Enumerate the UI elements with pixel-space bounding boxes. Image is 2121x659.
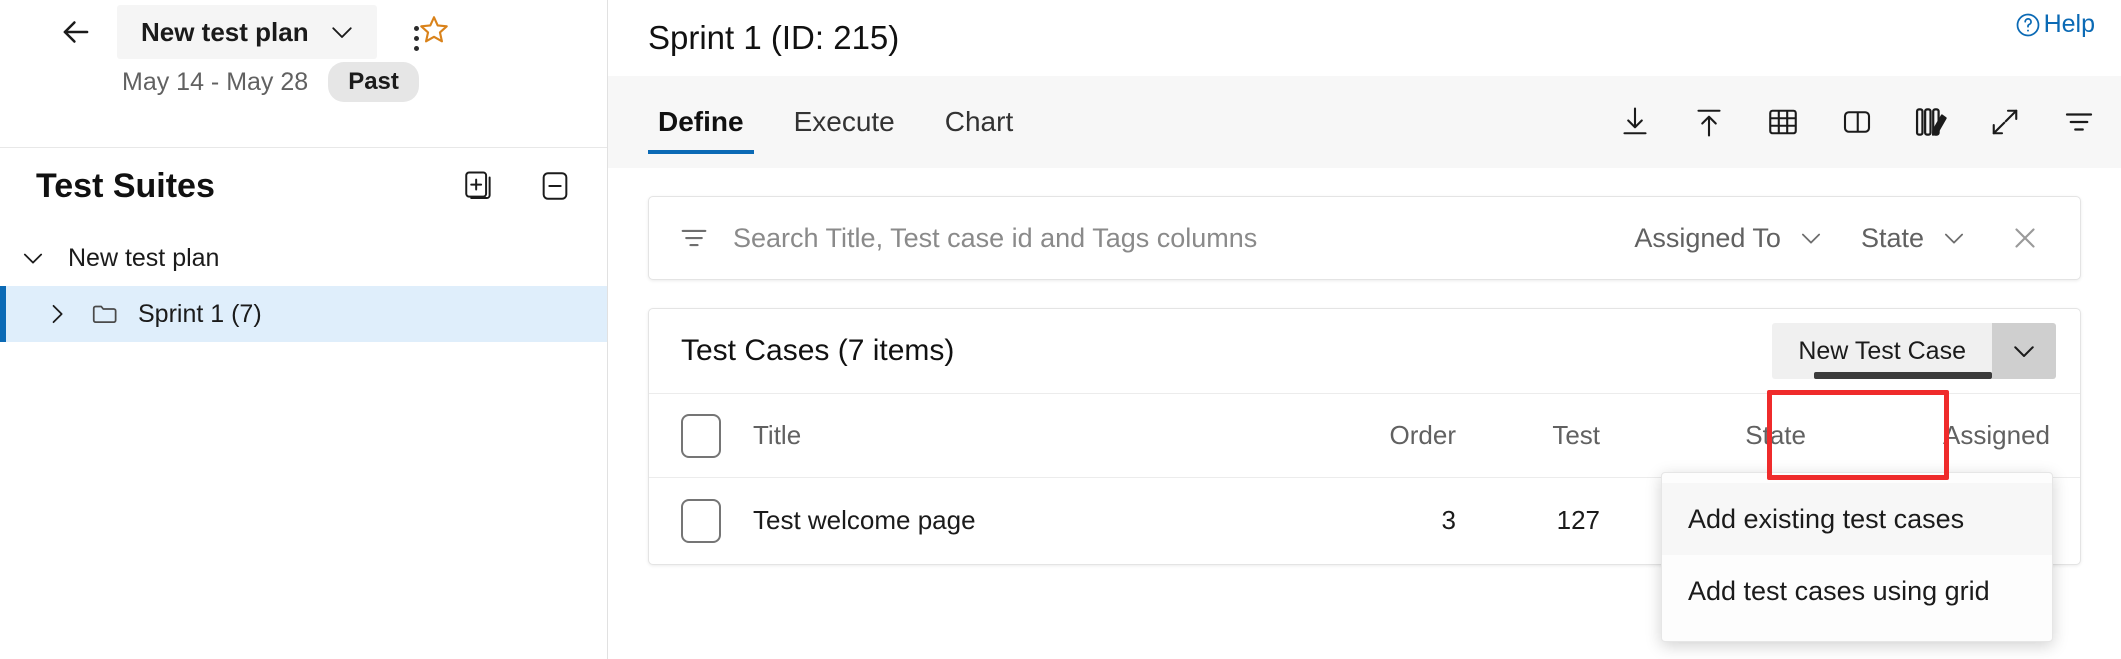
plan-dates-row: May 14 - May 28 Past [0, 62, 607, 102]
more-vertical-icon[interactable] [396, 18, 436, 58]
filter-assigned-to[interactable]: Assigned To [1616, 223, 1843, 254]
tab-execute[interactable]: Execute [784, 76, 905, 168]
tree-item-label: New test plan [68, 244, 219, 273]
suite-title-bar: Sprint 1 (ID: 215) Help [608, 0, 2121, 76]
menu-item-add-test-cases-using-grid[interactable]: Add test cases using grid [1662, 555, 2052, 627]
cell-order: 3 [1340, 478, 1490, 564]
tab-chart[interactable]: Chart [935, 76, 1023, 168]
help-label: Help [2044, 10, 2095, 39]
menu-item-add-existing-test-cases[interactable]: Add existing test cases [1662, 483, 2052, 555]
chevron-down-icon [1797, 224, 1825, 252]
filter-lines-icon [677, 221, 711, 255]
plan-dates-label: May 14 - May 28 [122, 68, 308, 97]
plan-header: New test plan May 14 - May 28 Past [0, 0, 607, 148]
chevron-down-icon[interactable] [18, 244, 48, 272]
tree-item-label: Sprint 1 (7) [138, 300, 262, 329]
table-header-row: Title Order Test State Assigned [649, 394, 2080, 478]
column-header-title[interactable]: Title [753, 394, 1340, 478]
chevron-down-icon [1940, 224, 1968, 252]
plan-name-label: New test plan [141, 17, 309, 48]
status-badge: Past [328, 62, 419, 102]
search-input[interactable] [733, 223, 1616, 254]
tree-item-new-test-plan[interactable]: New test plan [0, 230, 607, 286]
filter-state[interactable]: State [1843, 223, 1986, 254]
back-arrow-icon[interactable] [54, 10, 98, 54]
grid-header: Test Cases (7 items) New Test Case [649, 309, 2080, 393]
grid-title: Test Cases (7 items) [681, 334, 954, 368]
row-checkbox[interactable] [681, 499, 721, 543]
left-pane: New test plan May 14 - May 28 Past [0, 0, 608, 659]
chevron-right-icon[interactable] [42, 300, 72, 328]
filter-icon[interactable] [2055, 98, 2103, 146]
filter-state-label: State [1861, 223, 1924, 254]
suite-tree: New test plan Sprint 1 (7) [0, 224, 607, 342]
tabs: Define Execute Chart [648, 76, 1023, 168]
test-suites-header: Test Suites [0, 148, 607, 224]
upload-icon[interactable] [1685, 98, 1733, 146]
cell-test-id: 127 [1490, 478, 1640, 564]
grid-icon[interactable] [1759, 98, 1807, 146]
new-test-case-dropdown-menu: Add existing test cases Add test cases u… [1661, 472, 2053, 642]
help-link[interactable]: Help [2014, 10, 2095, 39]
split-button-underline [1814, 372, 1992, 379]
column-header-assigned[interactable]: Assigned [1850, 394, 2080, 478]
column-layout-icon[interactable] [1833, 98, 1881, 146]
suite-title: Sprint 1 (ID: 215) [648, 19, 899, 57]
download-icon[interactable] [1611, 98, 1659, 146]
new-suite-icon[interactable] [459, 166, 499, 206]
select-all-checkbox[interactable] [681, 414, 721, 458]
right-pane: Sprint 1 (ID: 215) Help Define Execute C… [608, 0, 2121, 659]
tree-item-sprint-1[interactable]: Sprint 1 (7) [0, 286, 607, 342]
close-icon[interactable] [1986, 221, 2056, 255]
tab-define[interactable]: Define [648, 76, 754, 168]
new-test-case-split-button[interactable]: New Test Case [1772, 323, 2056, 379]
fullscreen-icon[interactable] [1981, 98, 2029, 146]
column-options-icon[interactable] [1907, 98, 1955, 146]
new-test-case-dropdown-toggle[interactable] [1992, 323, 2056, 379]
tabs-bar: Define Execute Chart [608, 76, 2121, 168]
filter-assigned-to-label: Assigned To [1634, 223, 1781, 254]
cell-title: Test welcome page [753, 478, 1340, 564]
page-title: Test Suites [36, 167, 215, 206]
column-header-order[interactable]: Order [1340, 394, 1490, 478]
plan-selector-button[interactable]: New test plan [117, 5, 377, 59]
toolbar [1611, 76, 2103, 168]
search-bar: Assigned To State [648, 196, 2081, 280]
help-circle-icon [2014, 11, 2042, 39]
chevron-down-icon [327, 17, 357, 47]
folder-icon [90, 299, 120, 329]
test-plans-app: New test plan May 14 - May 28 Past [0, 0, 2121, 659]
new-test-case-button[interactable]: New Test Case [1772, 323, 1992, 379]
column-header-test[interactable]: Test [1490, 394, 1640, 478]
column-header-state[interactable]: State [1640, 394, 1850, 478]
row-select-cell [649, 478, 753, 564]
collapse-all-icon[interactable] [535, 166, 575, 206]
select-all-header [649, 394, 753, 478]
suites-actions [459, 166, 575, 206]
